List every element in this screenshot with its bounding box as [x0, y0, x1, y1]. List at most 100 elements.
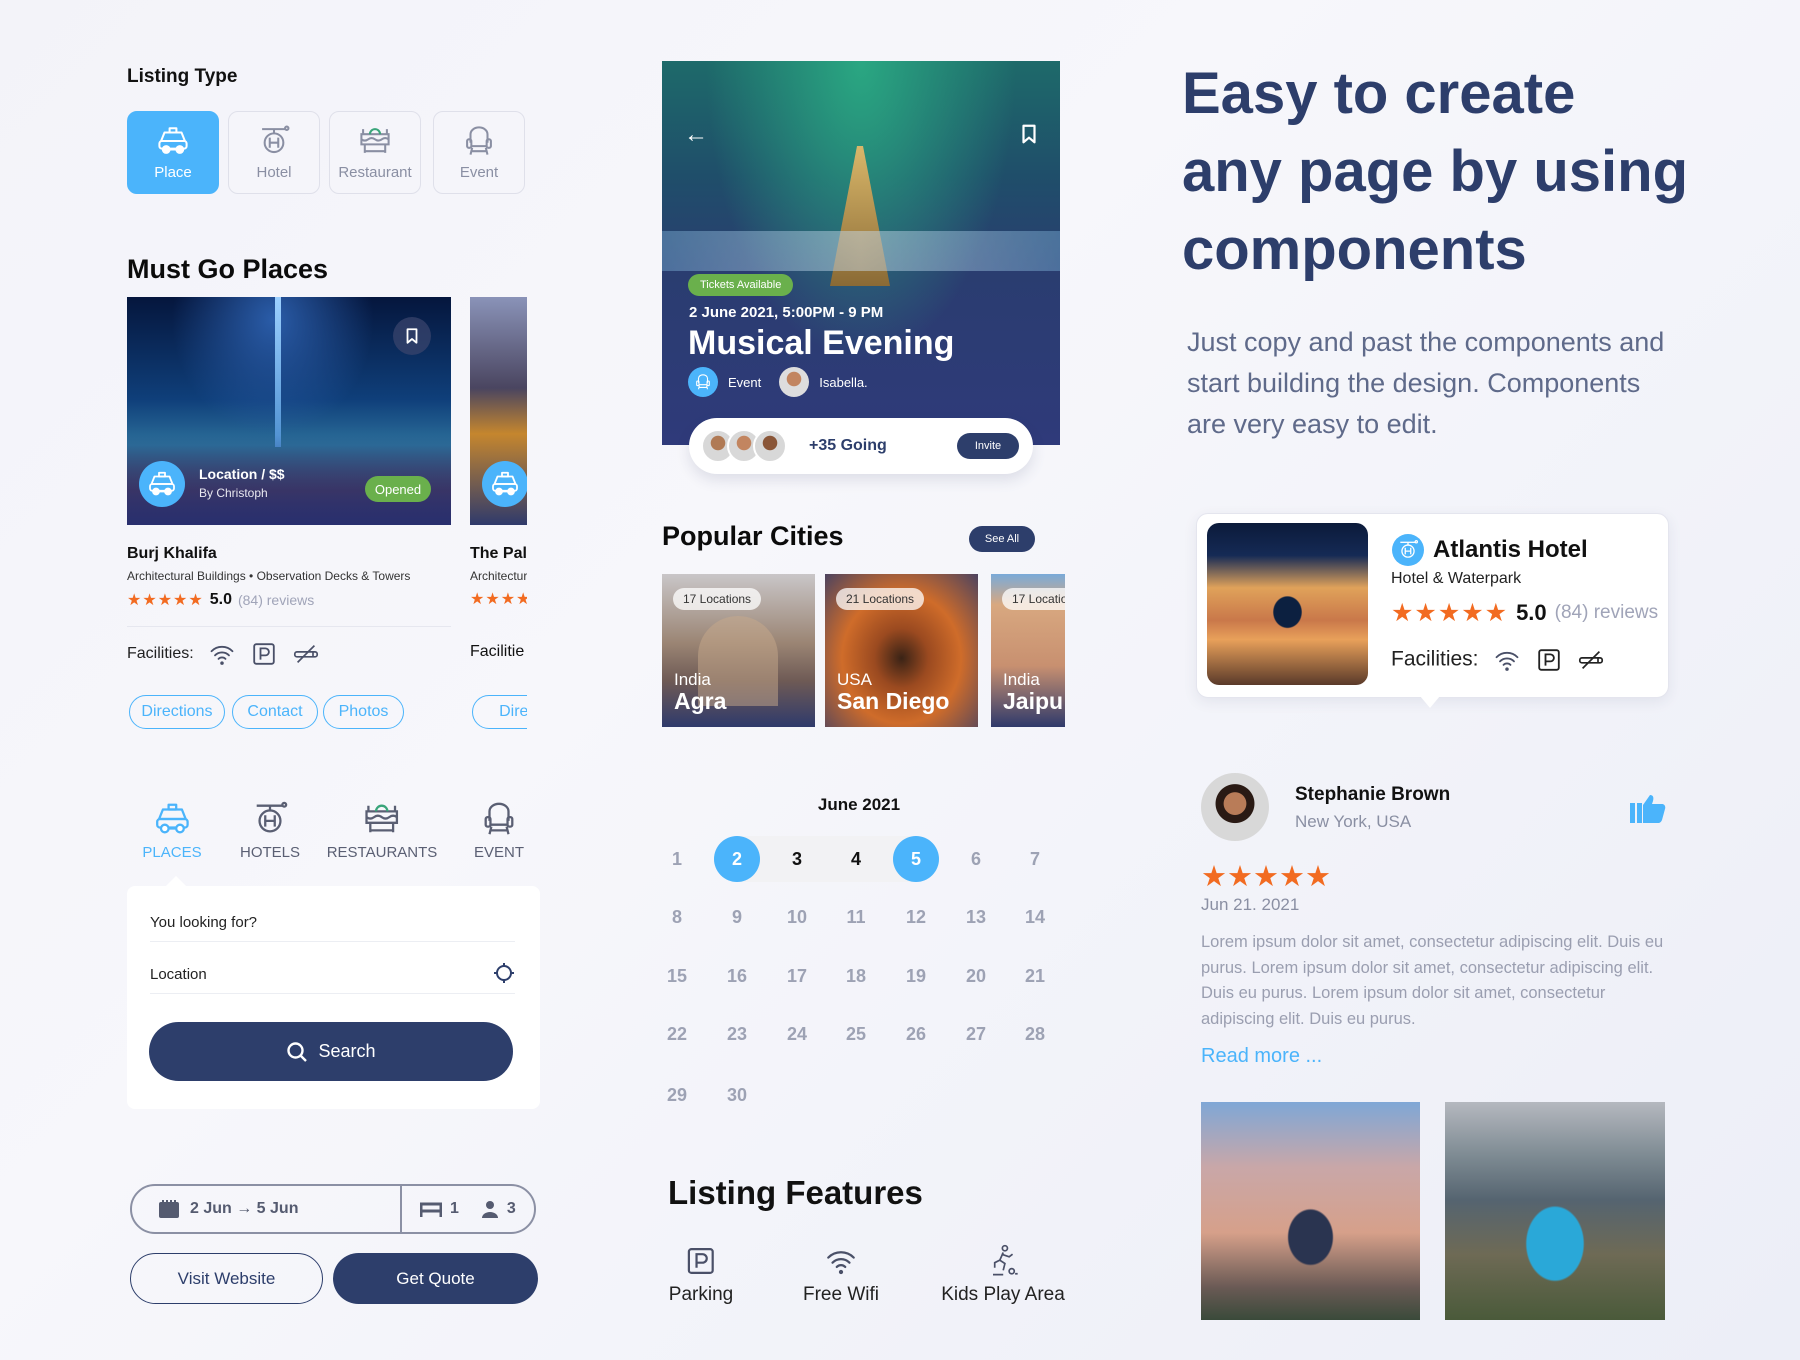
chair-icon [462, 124, 496, 158]
listing-type-restaurant[interactable]: Restaurant [329, 111, 421, 194]
see-all-button[interactable]: See All [969, 526, 1035, 552]
rating-value: 5.0 [1516, 600, 1547, 625]
search-label: Search [318, 1041, 376, 1061]
hotel-rating: ★★★★★ 5.0 (84) reviews [1391, 598, 1658, 628]
review-count: (84) reviews [1554, 602, 1659, 623]
calendar-day[interactable]: 18 [833, 953, 879, 999]
contact-button[interactable]: Contact [232, 695, 318, 729]
date-range[interactable]: 2 Jun → 5 Jun [132, 1186, 402, 1232]
calendar-day[interactable]: 14 [1012, 894, 1058, 940]
tab-event[interactable]: EVENT [474, 800, 524, 861]
place-overlay-author: By Christoph [199, 486, 268, 500]
bookmark-icon[interactable] [1018, 123, 1040, 145]
calendar-day[interactable]: 7 [1012, 836, 1058, 882]
event-host: Isabella. [819, 374, 868, 390]
tab-places[interactable]: PLACES [142, 800, 202, 861]
invite-button[interactable]: Invite [957, 433, 1019, 459]
tab-label: RESTAURANTS [326, 844, 438, 861]
taxi-icon [147, 469, 177, 499]
directions-button[interactable]: Directions [129, 695, 225, 729]
tab-restaurants[interactable]: RESTAURANTS [326, 800, 438, 861]
thumbs-up-icon[interactable] [1630, 793, 1666, 823]
review-photo[interactable] [1201, 1102, 1420, 1320]
tab-hotels[interactable]: HOTELS [240, 800, 300, 861]
directions-button[interactable]: Direct [472, 695, 527, 729]
listing-type-label: Event [459, 164, 499, 181]
calendar-day[interactable]: 9 [714, 894, 760, 940]
feature-label: Parking [668, 1284, 734, 1305]
photos-button[interactable]: Photos [323, 695, 404, 729]
calendar-day[interactable]: 16 [714, 953, 760, 999]
taxi-icon [156, 124, 190, 158]
calendar-day[interactable]: 13 [953, 894, 999, 940]
feature-kids-play: Kids Play Area [941, 1244, 1065, 1306]
calendar-day[interactable]: 29 [654, 1072, 700, 1118]
looking-for-input[interactable]: You looking for? [150, 914, 515, 942]
listing-features-title: Listing Features [668, 1174, 923, 1211]
calendar-day[interactable]: 6 [953, 836, 999, 882]
city-country: USA [837, 670, 872, 689]
listing-type-place[interactable]: Place [127, 111, 219, 194]
place-card-image[interactable]: Location / $$ By Christoph Opened [127, 297, 451, 525]
room-count: 1 [450, 1200, 459, 1217]
person-icon [481, 1201, 498, 1218]
calendar-day[interactable]: 17 [774, 953, 820, 999]
crosshair-icon[interactable] [493, 962, 515, 984]
get-quote-button[interactable]: Get Quote [333, 1253, 538, 1304]
city-country: India [674, 670, 711, 689]
taxi-icon [490, 469, 520, 499]
calendar-day[interactable]: 15 [654, 953, 700, 999]
calendar-day[interactable]: 30 [714, 1072, 760, 1118]
calendar-day[interactable]: 21 [1012, 953, 1058, 999]
listing-type-hotel[interactable]: Hotel [228, 111, 320, 194]
location-input[interactable]: Location [150, 963, 515, 994]
place-card-peek[interactable]: The Pal Architectur ★★★★★ Facilitie Dire… [470, 297, 527, 737]
calendar-day[interactable]: 2 [714, 836, 760, 882]
wifi-icon [824, 1244, 858, 1278]
city-card-jaipur[interactable]: 17 Locations India Jaipu [991, 574, 1065, 727]
calendar-day[interactable]: 11 [833, 894, 879, 940]
feature-label: Kids Play Area [941, 1284, 1065, 1305]
calendar-day[interactable]: 12 [893, 894, 939, 940]
calendar-day[interactable]: 19 [893, 953, 939, 999]
bookmark-button[interactable] [393, 317, 431, 355]
hero-paragraph-line: Just copy and past the components and [1187, 327, 1665, 357]
calendar-day[interactable]: 22 [654, 1011, 700, 1057]
reviewer-avatar [1201, 773, 1269, 841]
place-facilities: Facilities: [127, 640, 320, 668]
calendar-day[interactable]: 8 [654, 894, 700, 940]
event-card-image[interactable]: ← Tickets Available 2 June 2021, 5:00PM … [662, 61, 1060, 445]
calendar-day[interactable]: 10 [774, 894, 820, 940]
back-arrow-icon[interactable]: ← [684, 121, 708, 149]
restaurant-icon [363, 800, 401, 838]
room-guest[interactable]: 1 3 [402, 1200, 516, 1218]
location-label: Location [150, 966, 207, 983]
read-more-link[interactable]: Read more ... [1201, 1045, 1322, 1068]
city-card-san-diego[interactable]: 21 Locations USA San Diego [825, 574, 978, 727]
calendar-day[interactable]: 20 [953, 953, 999, 999]
listing-type-label: Hotel [256, 164, 292, 181]
calendar-day[interactable]: 5 [893, 836, 939, 882]
visit-website-button[interactable]: Visit Website [130, 1253, 323, 1304]
city-card-agra[interactable]: 17 Locations India Agra [662, 574, 815, 727]
calendar-day[interactable]: 24 [774, 1011, 820, 1057]
city-name: Jaipu [1003, 688, 1064, 714]
city-name: San Diego [837, 688, 950, 714]
city-country: India [1003, 670, 1040, 689]
calendar-day[interactable]: 23 [714, 1011, 760, 1057]
booking-summary[interactable]: 2 Jun → 5 Jun 1 3 [130, 1184, 536, 1234]
city-name: Agra [674, 688, 727, 714]
calendar-day[interactable]: 1 [654, 836, 700, 882]
place-name[interactable]: Burj Khalifa [127, 545, 217, 563]
review-photo[interactable] [1445, 1102, 1665, 1320]
calendar-day[interactable]: 3 [774, 836, 820, 882]
calendar-day[interactable]: 26 [893, 1011, 939, 1057]
search-button[interactable]: Search [149, 1022, 513, 1081]
calendar-day[interactable]: 27 [953, 1011, 999, 1057]
going-count: +35 Going [809, 437, 887, 454]
parking-icon [684, 1244, 718, 1278]
calendar-day[interactable]: 4 [833, 836, 879, 882]
listing-type-event[interactable]: Event [433, 111, 525, 194]
calendar-day[interactable]: 28 [1012, 1011, 1058, 1057]
calendar-day[interactable]: 25 [833, 1011, 879, 1057]
